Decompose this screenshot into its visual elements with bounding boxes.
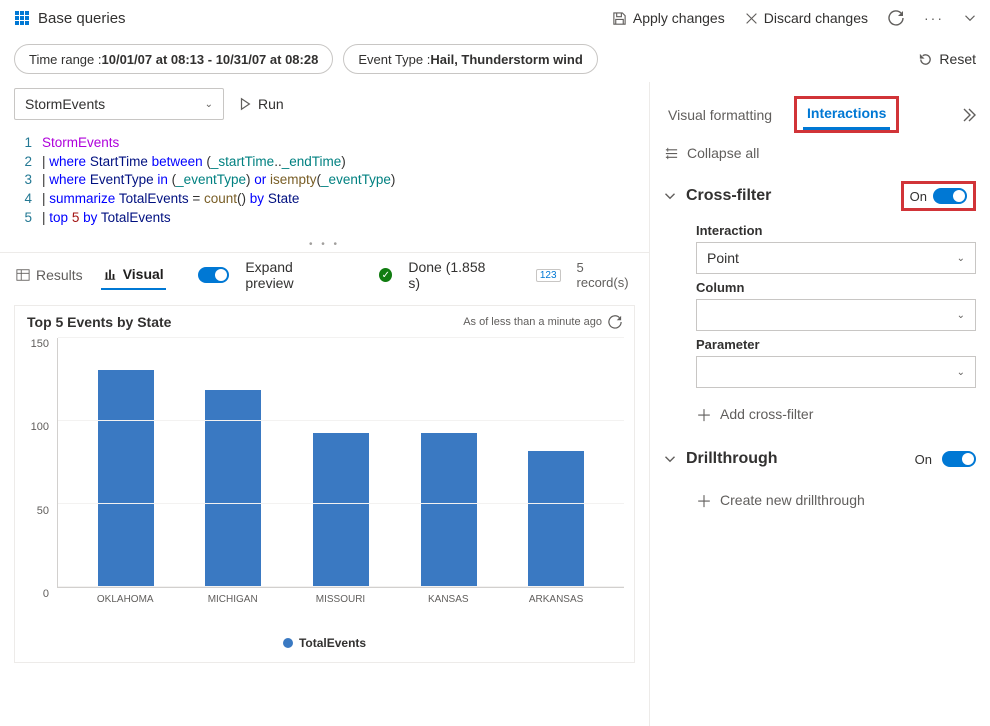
results-tab-label: Results (36, 267, 83, 283)
refresh-button[interactable] (888, 10, 904, 26)
chart-title: Top 5 Events by State (27, 314, 171, 330)
collapse-chevron-button[interactable] (964, 12, 976, 24)
editor-code[interactable]: StormEvents | where StartTime between (_… (42, 134, 395, 227)
status-done-icon: ✓ (379, 268, 392, 282)
page-title: Base queries (38, 10, 126, 27)
chart-refresh-icon[interactable] (608, 315, 622, 329)
discard-changes-button[interactable]: Discard changes (745, 10, 868, 26)
close-icon (745, 12, 758, 25)
discard-changes-label: Discard changes (764, 10, 868, 26)
chevron-down-icon: ⌄ (957, 367, 965, 378)
apply-changes-label: Apply changes (633, 10, 725, 26)
save-icon (612, 11, 627, 26)
crossfilter-toggle[interactable] (933, 188, 967, 204)
status-done-label: Done (1.858 s) (408, 259, 494, 291)
source-value: StormEvents (25, 96, 105, 112)
resize-grip[interactable]: • • • (0, 237, 649, 252)
create-drillthrough-button[interactable]: ＋ Create new drillthrough (696, 474, 976, 526)
records-count: 5 record(s) (577, 260, 635, 290)
chevron-down-icon: ⌄ (957, 310, 965, 321)
tab-interactions[interactable]: Interactions (803, 99, 890, 130)
x-tick-label: ARKANSAS (528, 594, 584, 605)
legend-dot (283, 638, 293, 648)
bar[interactable] (313, 433, 369, 587)
query-editor[interactable]: 1 2 3 4 5 StormEvents | where StartTime … (0, 130, 649, 237)
column-label: Column (664, 274, 976, 299)
visual-tab[interactable]: Visual (101, 260, 166, 290)
chevron-down-icon: ⌄ (205, 99, 213, 110)
chart-timeago: As of less than a minute ago (463, 316, 602, 328)
drillthrough-toggle[interactable] (942, 451, 976, 467)
timerange-value: 10/01/07 at 08:13 - 10/31/07 at 08:28 (102, 52, 319, 67)
crossfilter-on-label: On (910, 189, 927, 204)
collapse-all-button[interactable]: Collapse all (664, 139, 976, 171)
bar[interactable] (98, 370, 154, 587)
column-dropdown[interactable]: ⌄ (696, 299, 976, 331)
chart-plot[interactable]: 0 50 100 150 OKLAHOMA MICHIGAN MISSOURI KANSAS… (15, 338, 634, 628)
add-crossfilter-label: Add cross-filter (720, 406, 813, 422)
interaction-label: Interaction (664, 217, 976, 242)
y-tick-label: 50 (37, 505, 49, 517)
interaction-dropdown[interactable]: Point ⌄ (696, 242, 976, 274)
eventtype-label: Event Type : (358, 52, 430, 67)
y-tick-label: 0 (43, 588, 49, 600)
editor-gutter: 1 2 3 4 5 (0, 134, 42, 227)
eventtype-filter-pill[interactable]: Event Type : Hail, Thunderstorm wind (343, 44, 597, 74)
x-tick-label: MISSOURI (312, 594, 368, 605)
timerange-label: Time range : (29, 52, 102, 67)
source-dropdown[interactable]: StormEvents ⌄ (14, 88, 224, 120)
x-tick-label: MICHIGAN (205, 594, 261, 605)
parameter-label: Parameter (664, 331, 976, 356)
crossfilter-chevron-icon[interactable] (664, 190, 676, 202)
apply-changes-button[interactable]: Apply changes (612, 10, 725, 26)
create-drillthrough-label: Create new drillthrough (720, 492, 865, 508)
timerange-filter-pill[interactable]: Time range : 10/01/07 at 08:13 - 10/31/0… (14, 44, 333, 74)
bar[interactable] (528, 451, 584, 587)
bar[interactable] (421, 433, 477, 587)
x-tick-label: OKLAHOMA (97, 594, 153, 605)
crossfilter-title: Cross-filter (686, 187, 771, 205)
eventtype-value: Hail, Thunderstorm wind (430, 52, 582, 67)
drillthrough-on-label: On (915, 452, 932, 467)
x-tick-label: KANSAS (420, 594, 476, 605)
run-button[interactable]: Run (238, 96, 284, 112)
tab-visual-formatting[interactable]: Visual formatting (664, 101, 776, 129)
y-tick-label: 100 (31, 421, 49, 433)
visual-tab-label: Visual (123, 266, 164, 282)
collapse-all-label: Collapse all (687, 145, 759, 161)
add-crossfilter-button[interactable]: ＋ Add cross-filter (696, 388, 976, 440)
reset-label: Reset (939, 51, 976, 67)
drillthrough-title: Drillthrough (686, 450, 778, 468)
interaction-value: Point (707, 250, 739, 266)
parameter-dropdown[interactable]: ⌄ (696, 356, 976, 388)
chart-card: Top 5 Events by State As of less than a … (14, 305, 635, 663)
grid-icon (14, 10, 30, 26)
drillthrough-chevron-icon[interactable] (664, 453, 676, 465)
legend-label: TotalEvents (299, 636, 366, 650)
run-label: Run (258, 96, 284, 112)
expand-panel-icon[interactable] (960, 107, 976, 123)
more-button[interactable]: ··· (924, 10, 944, 26)
records-badge: 123 (536, 269, 561, 282)
results-tab[interactable]: Results (14, 261, 85, 289)
chevron-down-icon: ⌄ (957, 253, 965, 264)
reset-button[interactable]: Reset (918, 51, 976, 67)
plus-icon: ＋ (696, 488, 712, 512)
expand-preview-toggle[interactable] (198, 267, 230, 283)
plus-icon: ＋ (696, 402, 712, 426)
y-tick-label: 150 (31, 338, 49, 350)
expand-preview-label: Expand preview (245, 259, 338, 291)
